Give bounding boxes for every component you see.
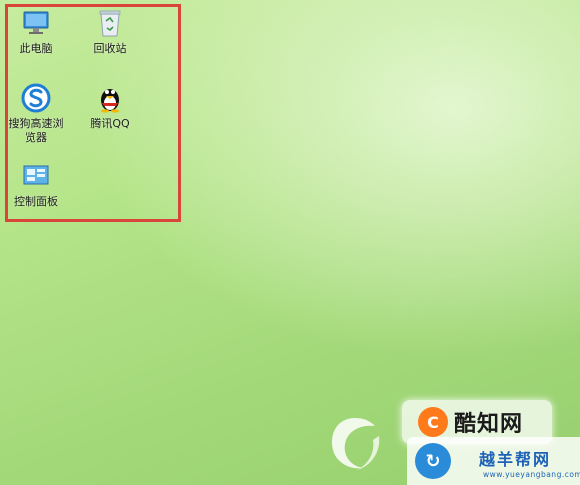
icon-label: 控制面板	[14, 195, 58, 208]
sogou-browser-icon	[20, 83, 52, 113]
desktop-icon-control-panel[interactable]: 控制面板	[0, 161, 73, 209]
computer-icon	[20, 8, 52, 38]
icon-label: 此电脑	[19, 42, 53, 55]
icon-label: 腾讯QQ	[90, 117, 130, 130]
control-panel-icon	[20, 161, 52, 191]
watermark-yueyangbang-title: 越羊帮网	[479, 450, 552, 469]
watermark-yueyangbang: ↻ 越羊帮网 www.yueyangbang.com	[407, 437, 580, 485]
desktop-icon-this-pc[interactable]: 此电脑	[0, 8, 73, 56]
watermark-yueyangbang-url: www.yueyangbang.com	[483, 470, 580, 479]
qq-penguin-icon	[94, 83, 126, 113]
icon-label: 回收站	[93, 42, 127, 55]
kuzhi-logo-icon: C	[418, 407, 448, 437]
decorative-swirl-logo	[331, 418, 380, 470]
desktop-icon-recycle-bin[interactable]: 回收站	[73, 8, 147, 56]
watermark-kuzhi-text: 酷知网	[454, 412, 524, 437]
yueyangbang-logo-icon: ↻	[415, 443, 451, 479]
desktop-icon-tencent-qq[interactable]: 腾讯QQ	[73, 83, 147, 131]
icon-label: 搜狗高速浏览器	[8, 117, 64, 144]
recycle-bin-icon	[94, 8, 126, 38]
desktop-icon-sogou-browser[interactable]: 搜狗高速浏览器	[0, 83, 73, 145]
